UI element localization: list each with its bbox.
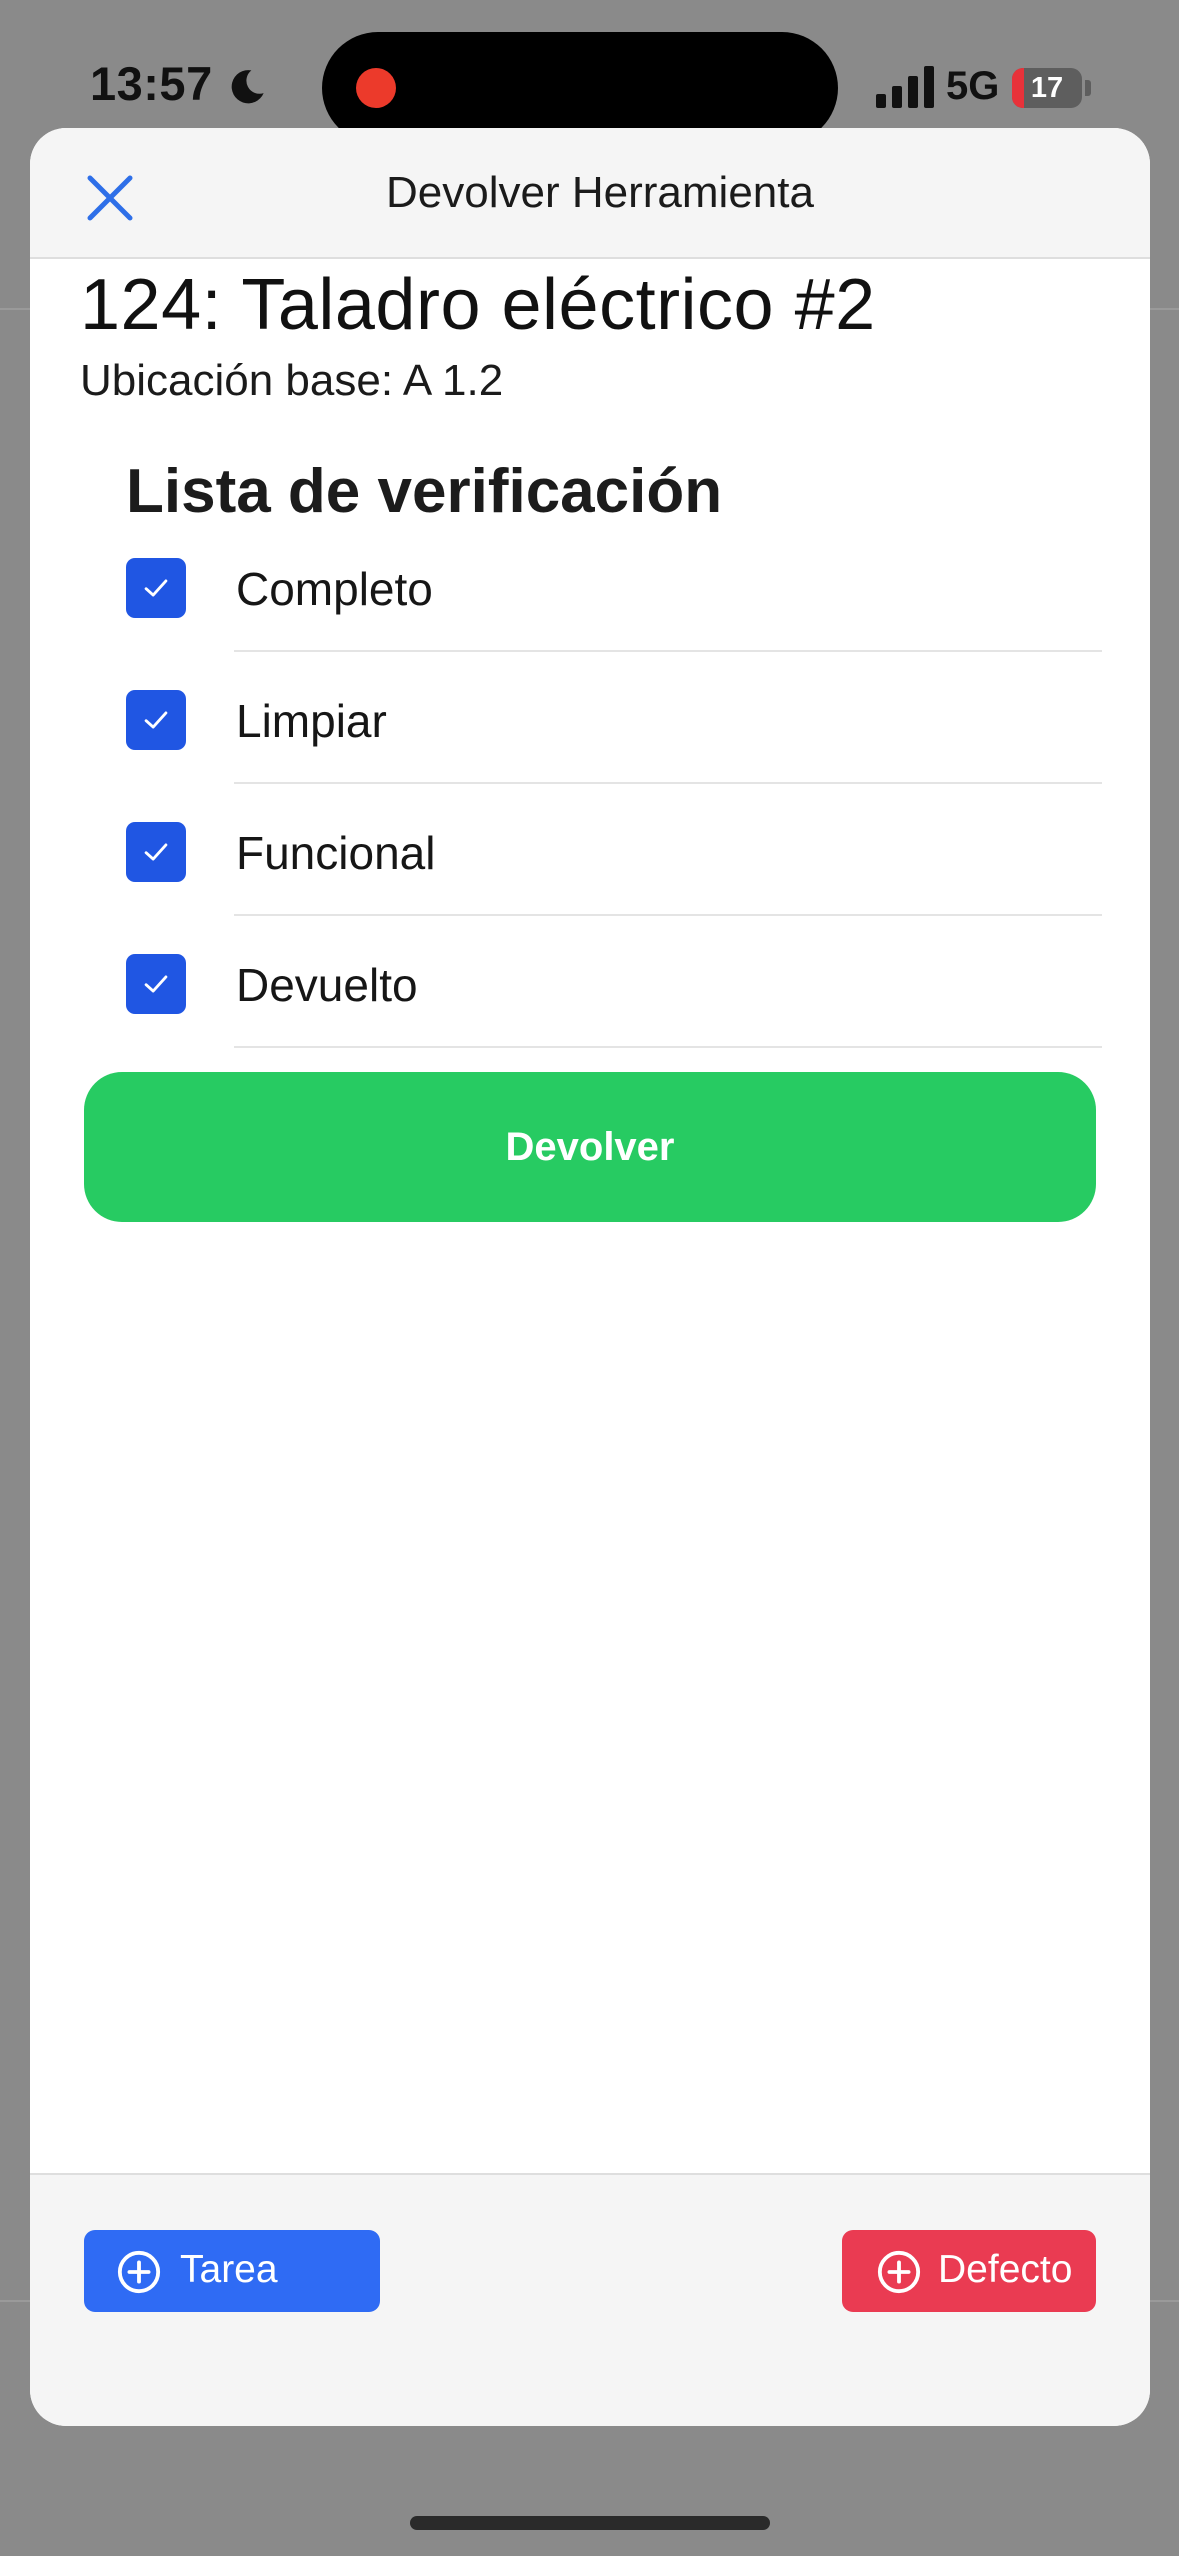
checklist-item-completo[interactable]: Completo	[30, 558, 1150, 690]
recording-indicator-icon	[356, 68, 396, 108]
add-task-button[interactable]: Tarea	[84, 2230, 380, 2312]
return-tool-modal: Devolver Herramienta 124: Taladro eléctr…	[30, 128, 1150, 2426]
return-button[interactable]: Devolver	[84, 1072, 1096, 1222]
add-task-label: Tarea	[180, 2248, 278, 2291]
checkmark-icon	[144, 579, 168, 597]
screen: 13:57 5G 17 Devolver Herramienta 124: Ta…	[0, 0, 1179, 2556]
checklist-item-label: Devuelto	[236, 959, 418, 1011]
checklist-item-limpiar[interactable]: Limpiar	[30, 690, 1150, 822]
home-indicator[interactable]	[410, 2516, 770, 2530]
divider	[234, 1046, 1102, 1048]
checkmark-icon	[144, 975, 168, 993]
checklist: Completo Limpiar Funcional Devuelto	[30, 558, 1150, 1086]
moon-icon	[231, 70, 264, 104]
signal-icon	[876, 66, 934, 108]
battery-icon: 17	[1012, 68, 1082, 108]
checklist-item-label: Limpiar	[236, 695, 387, 747]
tool-location: Ubicación base: A 1.2	[80, 356, 504, 405]
add-defect-label: Defecto	[938, 2248, 1073, 2291]
checklist-item-label: Completo	[236, 563, 433, 615]
divider	[234, 782, 1102, 784]
checkmark-icon	[144, 711, 168, 729]
checklist-item-label: Funcional	[236, 827, 436, 879]
network-label: 5G	[946, 64, 1000, 108]
checklist-item-devuelto[interactable]: Devuelto	[30, 954, 1150, 1086]
add-defect-button[interactable]: Defecto	[842, 2230, 1096, 2312]
divider	[234, 650, 1102, 652]
modal-title: Devolver Herramienta	[386, 168, 814, 217]
battery-level: 17	[1030, 72, 1064, 104]
modal-header: Devolver Herramienta	[30, 128, 1150, 259]
checklist-item-funcional[interactable]: Funcional	[30, 822, 1150, 954]
checkmark-icon	[144, 843, 168, 861]
tool-title: 124: Taladro eléctrico #2	[80, 265, 876, 345]
modal-footer: Tarea Defecto	[30, 2173, 1150, 2426]
checkbox-limpiar[interactable]	[126, 690, 186, 750]
divider	[234, 914, 1102, 916]
plus-circle-icon	[877, 2250, 921, 2294]
checkbox-funcional[interactable]	[126, 822, 186, 882]
checkbox-completo[interactable]	[126, 558, 186, 618]
checklist-heading: Lista de verificación	[126, 457, 723, 526]
plus-circle-icon	[117, 2250, 161, 2294]
status-bar: 13:57 5G 17	[0, 0, 1179, 144]
checkbox-devuelto[interactable]	[126, 954, 186, 1014]
battery-tip	[1085, 80, 1091, 96]
status-time: 13:57	[90, 57, 213, 110]
